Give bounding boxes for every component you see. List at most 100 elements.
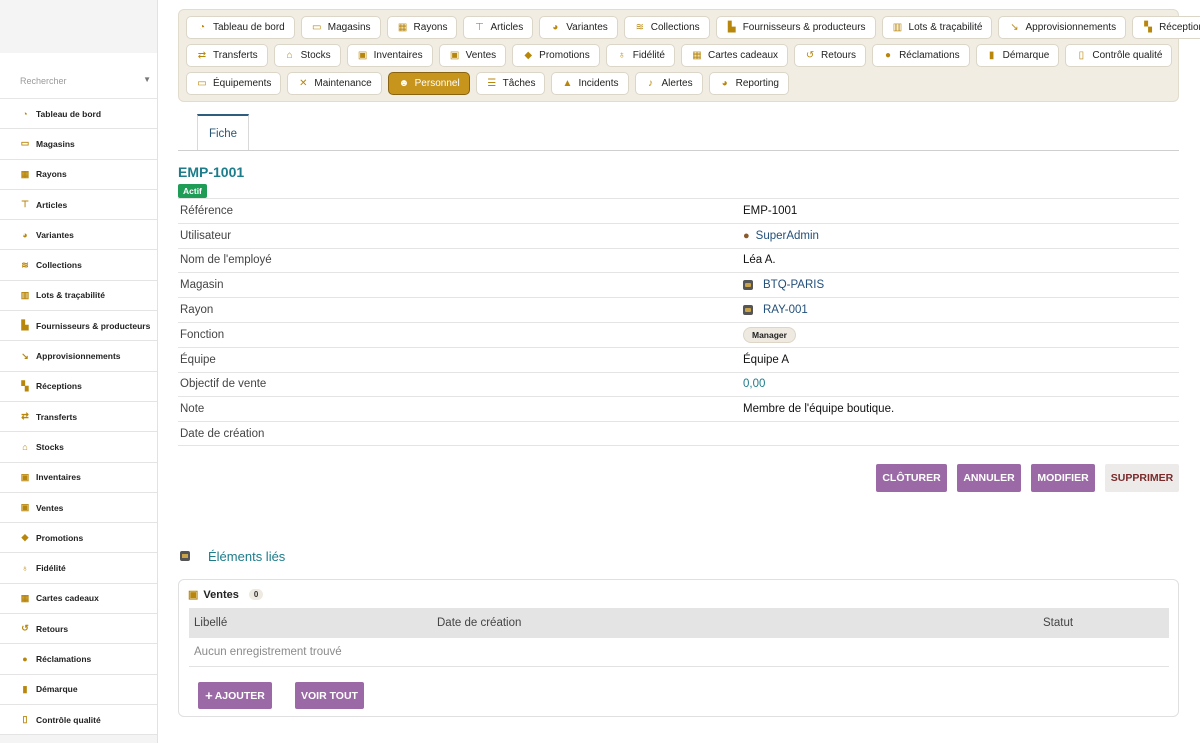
sidebar-item-articles[interactable]: ⊤ Articles: [0, 189, 157, 221]
gift-icon: ▦: [20, 592, 30, 603]
sidebar-item-rayons[interactable]: ▦ Rayons: [0, 159, 157, 190]
column-header-statut[interactable]: Statut: [1043, 617, 1073, 629]
field-value: Manager: [743, 326, 796, 343]
field-label: Fonction: [180, 328, 225, 341]
store-icon: ▭: [20, 138, 30, 149]
magasin-link[interactable]: BTQ-PARIS: [743, 279, 824, 291]
sidebar-item-reclamations[interactable]: ● Réclamations: [0, 644, 157, 675]
tab-ventes[interactable]: ▣ Ventes: [438, 44, 507, 67]
related-sales-table-header: Libellé Date de création Statut: [189, 608, 1169, 638]
gauge-icon: ◔: [22, 108, 28, 119]
user-link[interactable]: ● SuperAdmin: [743, 230, 819, 242]
tab-articles[interactable]: ⊤ Articles: [463, 16, 534, 39]
tab-approvisionnements[interactable]: ↘ Approvisionnements: [998, 16, 1127, 39]
undo-icon: ↺: [805, 50, 815, 61]
dolly-icon: ↘: [1010, 22, 1019, 33]
field-label: Référence: [180, 204, 234, 217]
dolly-icon: ↘: [21, 350, 29, 361]
tools-icon: ✕: [299, 78, 308, 89]
tab-cartes-cadeaux[interactable]: ▦ Cartes cadeaux: [681, 44, 789, 67]
sidebar-item-label: Approvisionnements: [36, 351, 121, 362]
tab-collections[interactable]: ≋ Collections: [623, 16, 710, 39]
field-row-fonction: Fonction Manager: [178, 321, 1179, 347]
tab-receptions[interactable]: ▚ Réceptions: [1132, 16, 1200, 39]
rayon-link[interactable]: RAY-001: [743, 304, 808, 316]
delete-button[interactable]: SUPPRIMER: [1105, 464, 1179, 492]
sidebar-item-magasins[interactable]: ▭ Magasins: [0, 129, 157, 160]
edit-button[interactable]: MODIFIER: [1031, 464, 1095, 492]
tab-retours[interactable]: ↺ Retours: [794, 44, 867, 67]
tab-rayons[interactable]: ▦ Rayons: [386, 16, 458, 39]
tab-stocks[interactable]: ⌂ Stocks: [273, 44, 341, 67]
function-chip: Manager: [743, 326, 796, 343]
tab-demarque[interactable]: ▮ Démarque: [975, 44, 1060, 67]
sidebar-item-collections[interactable]: ≋ Collections: [0, 250, 157, 281]
field-row-magasin: Magasin BTQ-PARIS: [178, 272, 1179, 297]
tab-transferts[interactable]: ⇄ Transferts: [186, 44, 268, 67]
field-row-date-de-creation: Date de création: [178, 421, 1179, 446]
tab-label: Promotions: [539, 50, 590, 61]
tab-reporting[interactable]: ◕ Reporting: [708, 72, 789, 95]
sidebar-item-label: Lots & traçabilité: [36, 290, 105, 301]
related-sales-title: Ventes: [203, 588, 239, 601]
column-header-libelle[interactable]: Libellé: [194, 617, 227, 629]
tab-label: Inventaires: [373, 50, 423, 61]
sidebar-item-variantes[interactable]: ◕ Variantes: [0, 220, 157, 251]
sidebar-nav: ◔ Tableau de bord ▭ Magasins ▦ Rayons ⊤ Article…: [0, 99, 157, 736]
tab-inventaires[interactable]: ▣ Inventaires: [346, 44, 433, 67]
add-sale-button[interactable]: + AJOUTER: [198, 682, 272, 709]
field-label: Note: [180, 403, 205, 416]
tab-promotions[interactable]: ◆ Promotions: [512, 44, 600, 67]
sidebar-item-demarque[interactable]: ▮ Démarque: [0, 674, 157, 705]
sidebar-item-lots-and-tracabilite[interactable]: ▥ Lots & traçabilité: [0, 280, 157, 312]
sidebar-item-label: Magasins: [36, 138, 75, 149]
field-label: Nom de l'employé: [180, 254, 272, 267]
sidebar-item-retours[interactable]: ↺ Retours: [0, 614, 157, 645]
tab-lots-and-tracabilite[interactable]: ▥ Lots & traçabilité: [881, 16, 993, 39]
clipboard-check-icon: ▣: [357, 50, 368, 61]
clipboard-check-icon: ▣: [20, 471, 30, 482]
sidebar-item-controle-qualite[interactable]: ▯ Contrôle qualité: [0, 704, 157, 736]
exchange-icon: ⇄: [197, 50, 207, 61]
sidebar-item-label: Inventaires: [36, 472, 81, 483]
sidebar-item-receptions[interactable]: ▚ Réceptions: [0, 371, 157, 402]
close-record-button[interactable]: CLÔTURER: [876, 464, 947, 492]
sidebar-item-tableau-de-bord[interactable]: ◔ Tableau de bord: [0, 99, 157, 130]
sidebar-item-cartes-cadeaux[interactable]: ▦ Cartes cadeaux: [0, 583, 157, 615]
sidebar-item-approvisionnements[interactable]: ↘ Approvisionnements: [0, 341, 157, 372]
warehouse-icon: ⌂: [286, 50, 293, 61]
warning-icon: ▲: [562, 78, 573, 89]
sidebar-item-ventes[interactable]: ▣ Ventes: [0, 492, 157, 524]
tab-fidelite[interactable]: ♁ Fidélité: [605, 44, 675, 67]
layers-icon: ≋: [21, 259, 29, 270]
sidebar-item-inventaires[interactable]: ▣ Inventaires: [0, 462, 157, 493]
tab-fiche[interactable]: Fiche: [197, 114, 249, 151]
tab-fournisseurs-and-producteurs[interactable]: ▙ Fournisseurs & producteurs: [715, 16, 876, 39]
view-all-sales-button[interactable]: VOIR TOUT: [295, 682, 364, 709]
tab-personnel[interactable]: ☻ Personnel: [387, 72, 470, 95]
sidebar-search-select[interactable]: Rechercher ▼: [0, 53, 157, 99]
tab-variantes[interactable]: ◕ Variantes: [539, 16, 618, 39]
tab-reclamations[interactable]: ● Réclamations: [872, 44, 970, 67]
sidebar-item-promotions[interactable]: ◆ Promotions: [0, 523, 157, 554]
tab-tableau-de-bord[interactable]: ◔ Tableau de bord: [186, 16, 295, 39]
tab-taches[interactable]: ☰ Tâches: [475, 72, 546, 95]
cancel-button[interactable]: ANNULER: [957, 464, 1021, 492]
tab-maintenance[interactable]: ✕ Maintenance: [287, 72, 382, 95]
tab-equipements[interactable]: ▭ Équipements: [186, 72, 282, 95]
sidebar-item-label: Démarque: [36, 684, 78, 695]
subtab-divider: [178, 150, 1179, 151]
sidebar-item-fournisseurs-and-producteurs[interactable]: ▙ Fournisseurs & producteurs: [0, 311, 157, 342]
sidebar-item-stocks[interactable]: ⌂ Stocks: [0, 432, 157, 463]
truck-loading-icon: ▚: [21, 380, 29, 391]
tab-alertes[interactable]: ♪ Alertes: [634, 72, 703, 95]
tab-label: Contrôle qualité: [1092, 50, 1163, 61]
sidebar-item-label: Cartes cadeaux: [36, 593, 99, 604]
tab-controle-qualite[interactable]: ▯ Contrôle qualité: [1065, 44, 1173, 67]
sidebar-item-transferts[interactable]: ⇄ Transferts: [0, 401, 157, 433]
tab-magasins[interactable]: ▭ Magasins: [300, 16, 381, 39]
sidebar-item-fidelite[interactable]: ♁ Fidélité: [0, 553, 157, 584]
field-row-note: Note Membre de l'équipe boutique.: [178, 396, 1179, 421]
column-header-date-creation[interactable]: Date de création: [437, 617, 521, 629]
tab-incidents[interactable]: ▲ Incidents: [551, 72, 629, 95]
